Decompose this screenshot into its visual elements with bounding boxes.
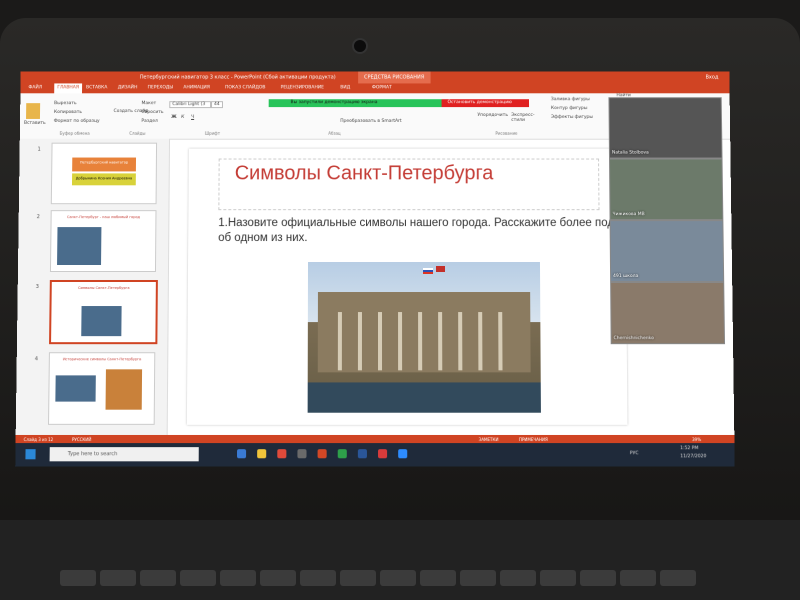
laptop-keyboard (0, 520, 800, 600)
slide-canvas[interactable] (186, 148, 628, 425)
thumb-number: 1 (37, 146, 41, 153)
quick-styles-button[interactable]: Экспресс-стили (511, 113, 541, 123)
group-slides-label: Слайды (129, 130, 146, 136)
ribbon-tabs: ФАЙЛ ГЛАВНАЯ ВСТАВКА ДИЗАЙН ПЕРЕХОДЫ АНИ… (20, 83, 730, 94)
sign-in[interactable]: Вход (706, 75, 719, 81)
font-size-select[interactable]: 44 (211, 101, 223, 109)
shape-effects-button[interactable]: Эффекты фигуры (551, 115, 593, 120)
cut-button[interactable]: Вырезать (54, 101, 77, 106)
tab-file[interactable]: ФАЙЛ (28, 85, 42, 90)
video-tile[interactable]: Chernishnichenko (610, 281, 726, 345)
thumb-number: 2 (36, 214, 40, 221)
font-name-select[interactable]: Calibri Light (З (169, 101, 212, 109)
thumb-image (57, 227, 102, 266)
group-clipboard-label: Буфер обмена (59, 130, 90, 136)
screen-share-banner: Вы запустили демонстрацию экрана (268, 99, 460, 108)
participant-name: Chernishnichenko (613, 336, 654, 342)
russian-flag-icon (423, 267, 434, 274)
drawing-tools-tab[interactable]: СРЕДСТВА РИСОВАНИЯ (358, 71, 431, 84)
palace-building (317, 292, 531, 373)
thumb-number: 4 (34, 356, 39, 363)
palace-photo[interactable] (307, 262, 541, 413)
tab-transitions[interactable]: ПЕРЕХОДЫ (148, 85, 174, 90)
notes-button[interactable]: ЗАМЕТКИ (479, 437, 499, 442)
screen: Петербургский навигатор 3 класс - PowerP… (15, 71, 735, 467)
participant-name: Natalia Stolbova (611, 150, 649, 156)
tab-view[interactable]: ВИД (340, 85, 350, 90)
zoom-app-icon[interactable] (398, 449, 408, 459)
thumb-title: Санкт-Петербург - наш любимый город (66, 215, 141, 220)
slide-body-text[interactable]: 1.Назовите официальные символы нашего го… (218, 216, 658, 246)
participant-name: 491 школа (613, 273, 639, 279)
paste-button[interactable]: Вставить (24, 121, 46, 126)
city-flag-icon (435, 266, 446, 272)
shape-fill-button[interactable]: Заливка фигуры (551, 97, 590, 102)
title-bar: Петербургский навигатор 3 класс - PowerP… (20, 71, 730, 84)
group-drawing-label: Рисование (495, 130, 518, 136)
thumb-image (55, 375, 96, 402)
thumb-image (81, 306, 122, 337)
taskbar: Type here to search РУС 1:52 PM 11/27/20… (15, 443, 735, 467)
underline-button[interactable]: Ч (191, 115, 194, 120)
participant-name: Чижикова МВ (612, 212, 645, 218)
slide-title[interactable]: Символы Санкт-Петербурга (115, 162, 613, 185)
tab-insert[interactable]: ВСТАВКА (86, 85, 107, 90)
edge-icon[interactable] (236, 449, 247, 459)
clock-time[interactable]: 1:52 PM (680, 446, 698, 451)
thumb-number: 3 (35, 284, 39, 291)
taskbar-search-input[interactable]: Type here to search (49, 447, 199, 462)
copy-button[interactable]: Копировать (54, 110, 82, 115)
language-indicator[interactable]: РУССКИЙ (72, 437, 91, 442)
layout-button[interactable]: Макет (141, 101, 156, 106)
clock-date[interactable]: 11/27/2020 (680, 454, 706, 459)
window-title: Петербургский навигатор 3 класс - PowerP… (139, 74, 336, 81)
tab-review[interactable]: РЕЦЕНЗИРОВАНИЕ (281, 85, 324, 90)
slide-thumbnail-3[interactable]: Символы Санкт-Петербурга (49, 279, 158, 345)
tab-slideshow[interactable]: ПОКАЗ СЛАЙДОВ (225, 85, 265, 90)
tab-home[interactable]: ГЛАВНАЯ (54, 83, 82, 94)
slide-thumbnail-4[interactable]: Исторические символы Санкт-Петербурга (48, 352, 156, 425)
paste-icon[interactable] (26, 103, 41, 119)
video-tile[interactable]: 491 школа (609, 220, 725, 282)
stop-sharing-button[interactable]: Остановить демонстрацию (441, 99, 530, 108)
yandex-icon[interactable] (378, 449, 388, 459)
store-icon[interactable] (297, 449, 307, 459)
slide-thumbnail-2[interactable]: Санкт-Петербург - наш любимый город (49, 210, 157, 272)
video-tile[interactable]: Чижикова МВ (609, 158, 724, 221)
comments-button[interactable]: ПРИМЕЧАНИЯ (519, 437, 548, 442)
video-tile[interactable]: Natalia Stolbova (608, 97, 723, 159)
tab-design[interactable]: ДИЗАЙН (118, 85, 138, 90)
reset-button[interactable]: Сбросить (141, 110, 163, 115)
convert-smartart-button[interactable]: Преобразовать в SmartArt (340, 119, 401, 124)
tab-animation[interactable]: АНИМАЦИЯ (183, 85, 210, 90)
thumb-title: Исторические символы Санкт-Петербурга (62, 357, 142, 362)
slide-counter: Слайд 3 из 12 (23, 437, 54, 443)
bold-button[interactable]: Ж (171, 115, 177, 120)
chrome-icon[interactable] (277, 449, 287, 459)
file-explorer-icon[interactable] (257, 449, 267, 459)
group-paragraph-label: Абзац (328, 130, 341, 136)
status-bar: Слайд 3 из 12 РУССКИЙ ЗАМЕТКИ ПРИМЕЧАНИЯ… (15, 434, 735, 444)
windows-start-icon[interactable] (25, 449, 36, 460)
arrange-button[interactable]: Упорядочить (477, 113, 508, 118)
word-icon[interactable] (357, 449, 367, 459)
group-font-label: Шрифт (204, 130, 220, 136)
thumb-image (105, 369, 143, 410)
section-button[interactable]: Раздел (141, 119, 158, 124)
shape-outline-button[interactable]: Контур фигуры (551, 106, 587, 111)
excel-icon[interactable] (337, 449, 347, 459)
zoom-level[interactable]: 39% (692, 437, 701, 442)
format-painter-button[interactable]: Формат по образцу (54, 119, 100, 124)
thumb-title: Символы Санкт-Петербурга (77, 286, 130, 291)
powerpoint-icon[interactable] (317, 449, 327, 459)
webcam (352, 38, 368, 54)
italic-button[interactable]: К (181, 115, 184, 120)
input-language[interactable]: РУС (630, 451, 639, 456)
tab-format[interactable]: ФОРМАТ (372, 85, 392, 90)
